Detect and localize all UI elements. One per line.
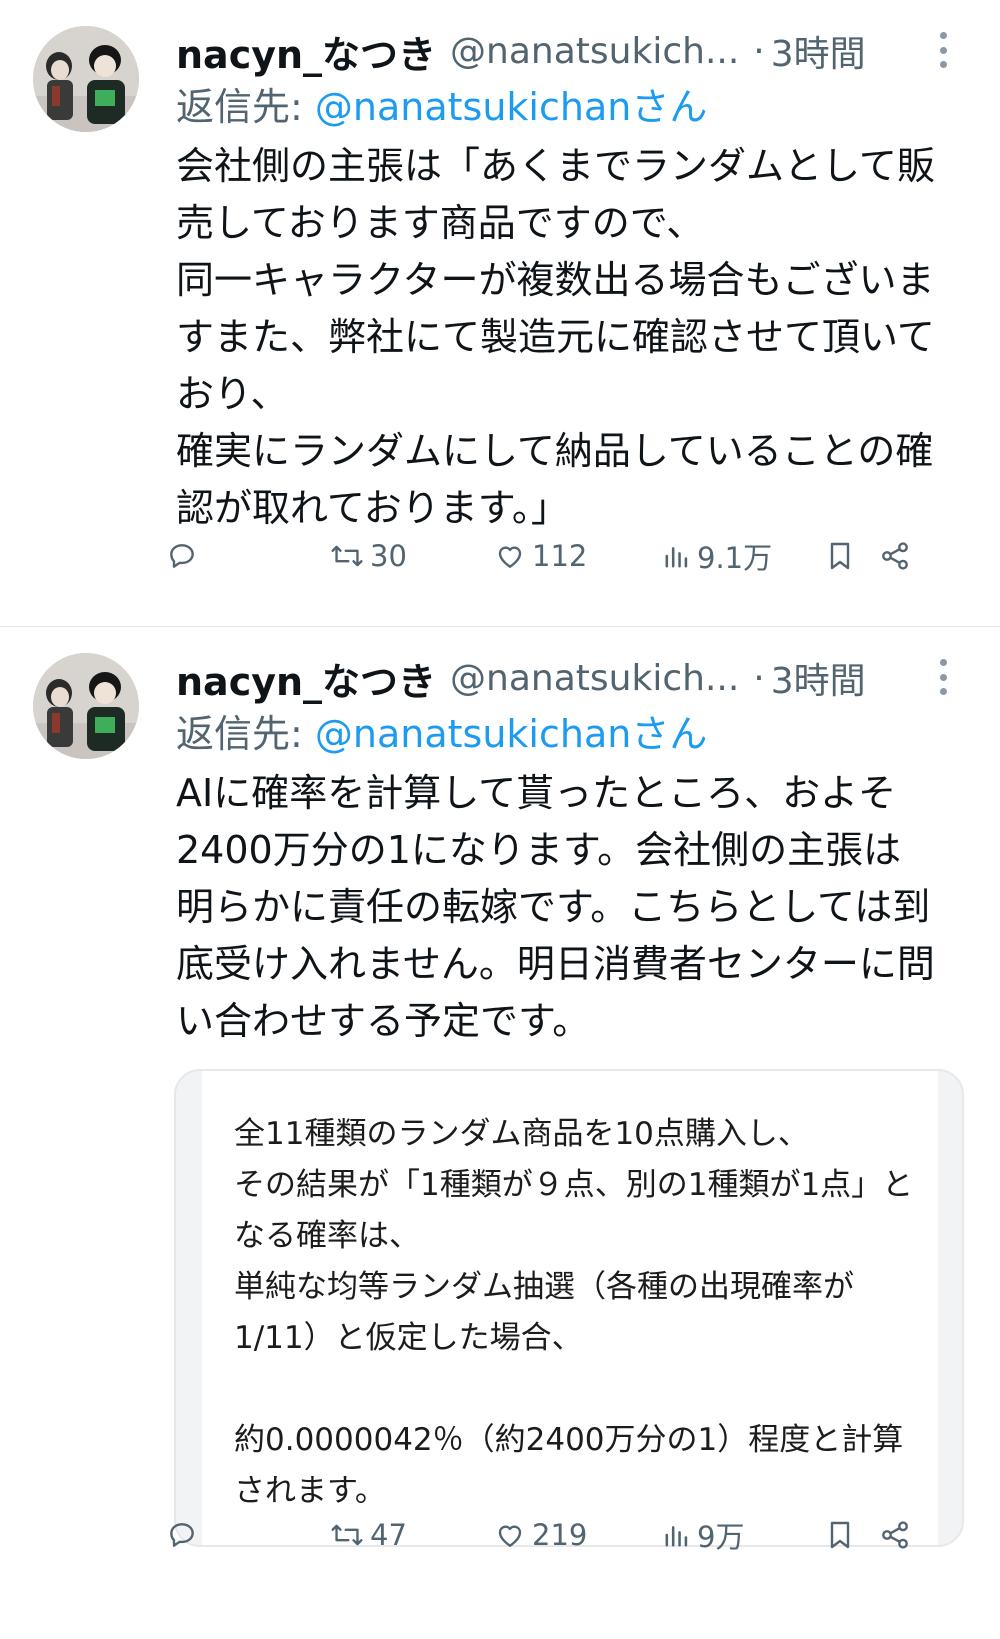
retweet-button[interactable]: 30 [330, 531, 407, 581]
avatar-figures-image [33, 653, 139, 759]
more-icon[interactable] [928, 655, 958, 699]
like-button[interactable]: 112 [494, 531, 587, 581]
retweet-count: 30 [370, 539, 407, 573]
views-button[interactable]: 9.1万 [663, 531, 772, 581]
reply-button[interactable] [166, 531, 198, 581]
tweet-text: 会社側の主張は「あくまでランダムとして販売しております商品ですので、 同一キャラ… [176, 144, 935, 530]
action-bar: 30 112 9.1万 [0, 531, 1000, 581]
tweet-text: AIに確率を計算して貰ったところ、およそ2400万分の1になります。会社側の主張… [176, 771, 935, 1043]
tweet[interactable]: nacyn_なつき @nanatsukich... · 3時間 返信先: @na… [0, 627, 1000, 1639]
retweet-button[interactable]: 47 [330, 1510, 407, 1560]
display-name[interactable]: nacyn_なつき [176, 24, 436, 79]
views-count: 9.1万 [697, 541, 773, 575]
retweet-count: 47 [370, 1518, 407, 1552]
views-count: 9万 [697, 1520, 745, 1554]
user-handle[interactable]: @nanatsukich... [450, 31, 739, 72]
reply-icon [170, 1523, 194, 1547]
reply-to-line: 返信先: @nanatsukichanさん [176, 76, 707, 131]
timestamp[interactable]: 3時間 [771, 652, 866, 704]
like-button[interactable]: 219 [494, 1510, 587, 1560]
reply-to-label: 返信先: [176, 712, 315, 756]
reply-button[interactable] [166, 1510, 198, 1560]
tweet[interactable]: nacyn_なつき @nanatsukich... · 3時間 返信先: @na… [0, 0, 1000, 626]
like-count: 112 [532, 539, 588, 573]
more-icon[interactable] [928, 28, 958, 72]
share-icon [882, 1521, 908, 1549]
views-icon [665, 1526, 688, 1547]
retweet-icon [331, 545, 363, 567]
share-icon [882, 542, 908, 570]
avatar[interactable] [33, 653, 139, 759]
avatar[interactable] [33, 26, 139, 132]
bookmark-icon [830, 1521, 850, 1549]
reply-icon [170, 544, 194, 568]
separator-dot: · [753, 30, 765, 72]
retweet-icon [331, 1524, 363, 1546]
bookmark-button[interactable] [825, 531, 855, 581]
display-name[interactable]: nacyn_なつき [176, 651, 436, 706]
like-icon [498, 1525, 522, 1547]
tweet-header: nacyn_なつき @nanatsukich... · 3時間 [176, 649, 916, 707]
like-count: 219 [532, 1518, 588, 1552]
bookmark-icon [830, 542, 850, 570]
image-text: 全11種類のランダム商品を10点購入し、 その結果が「1種類が９点、別の1種類が… [234, 1116, 914, 1509]
bookmark-button[interactable] [825, 1510, 855, 1560]
tweet-header: nacyn_なつき @nanatsukich... · 3時間 [176, 22, 916, 80]
image-content: 全11種類のランダム商品を10点購入し、 その結果が「1種類が９点、別の1種類が… [202, 1071, 938, 1545]
attached-image[interactable]: 全11種類のランダム商品を10点購入し、 その結果が「1種類が９点、別の1種類が… [174, 1069, 964, 1547]
timestamp[interactable]: 3時間 [771, 25, 866, 77]
reply-to-line: 返信先: @nanatsukichanさん [176, 703, 707, 758]
reply-mention-link[interactable]: @nanatsukichanさん [315, 85, 707, 129]
user-handle[interactable]: @nanatsukich... [450, 658, 739, 699]
share-button[interactable] [879, 531, 911, 581]
views-icon [665, 547, 688, 568]
action-bar: 47 219 9万 [0, 1510, 1000, 1560]
reply-to-label: 返信先: [176, 85, 315, 129]
views-button[interactable]: 9万 [663, 1510, 744, 1560]
like-icon [498, 546, 522, 568]
avatar-figures-image [33, 26, 139, 132]
separator-dot: · [753, 657, 765, 699]
share-button[interactable] [879, 1510, 911, 1560]
reply-mention-link[interactable]: @nanatsukichanさん [315, 712, 707, 756]
